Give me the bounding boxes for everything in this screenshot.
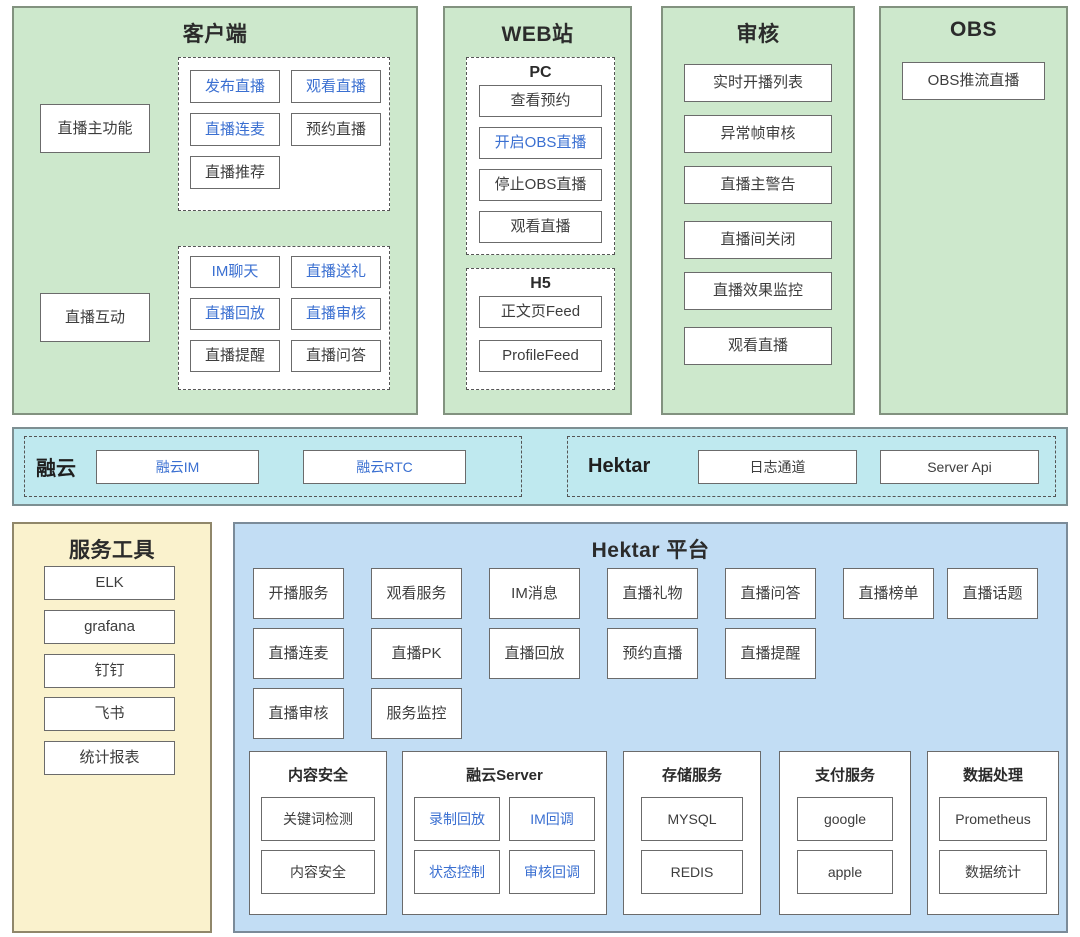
rongcloud-server-item-3[interactable]: 审核回调: [509, 850, 595, 894]
hektar-service-1-1[interactable]: 直播PK: [371, 628, 462, 679]
audit-item-3[interactable]: 直播间关闭: [684, 221, 832, 259]
rongcloud-group-label: 融云: [36, 458, 76, 480]
hektar-service-0-5[interactable]: 直播榜单: [843, 568, 934, 619]
hektar-subgroup-content-safety-title: 内容安全: [287, 767, 348, 784]
hektar-service-1-0[interactable]: 直播连麦: [253, 628, 344, 679]
tools-item-4[interactable]: 统计报表: [44, 741, 175, 775]
client-main-item-4[interactable]: 直播推荐: [190, 156, 280, 189]
web-pc-title: PC: [529, 64, 552, 81]
data-processing-item-0[interactable]: Prometheus: [939, 797, 1047, 841]
hektar-service-0-0[interactable]: 开播服务: [253, 568, 344, 619]
client-interaction-item-4[interactable]: 直播提醒: [190, 340, 280, 372]
hektar-band-item-1[interactable]: Server Api: [880, 450, 1039, 484]
obs-item-0[interactable]: OBS推流直播: [902, 62, 1045, 100]
panel-audit-title: 审核: [736, 23, 780, 46]
hektar-service-0-2[interactable]: IM消息: [489, 568, 580, 619]
panel-obs-title: OBS: [949, 18, 997, 41]
payment-item-1[interactable]: apple: [797, 850, 893, 894]
content-safety-item-1[interactable]: 内容安全: [261, 850, 375, 894]
web-pc-item-0[interactable]: 查看预约: [479, 85, 602, 117]
web-h5-title: H5: [530, 275, 551, 292]
architecture-diagram: 客户端 直播主功能 直播互动 发布直播 观看直播 直播连麦 预约直播 直播推荐 …: [0, 0, 1080, 937]
hektar-band-item-0[interactable]: 日志通道: [698, 450, 857, 484]
client-main-item-2[interactable]: 直播连麦: [190, 113, 280, 146]
client-interaction-item-5[interactable]: 直播问答: [291, 340, 381, 372]
web-pc-item-1[interactable]: 开启OBS直播: [479, 127, 602, 159]
tools-item-2[interactable]: 钉钉: [44, 654, 175, 688]
hektar-service-2-0[interactable]: 直播审核: [253, 688, 344, 739]
client-interaction-item-3[interactable]: 直播审核: [291, 298, 381, 330]
client-main-item-3[interactable]: 预约直播: [291, 113, 381, 146]
audit-item-4[interactable]: 直播效果监控: [684, 272, 832, 310]
hektar-service-0-4[interactable]: 直播问答: [725, 568, 816, 619]
client-category-interaction[interactable]: 直播互动: [40, 293, 150, 342]
rongcloud-item-0[interactable]: 融云IM: [96, 450, 259, 484]
payment-item-0[interactable]: google: [797, 797, 893, 841]
client-category-main[interactable]: 直播主功能: [40, 104, 150, 153]
panel-client-title: 客户端: [182, 23, 248, 46]
hektar-service-0-1[interactable]: 观看服务: [371, 568, 462, 619]
tools-item-3[interactable]: 飞书: [44, 697, 175, 731]
audit-item-1[interactable]: 异常帧审核: [684, 115, 832, 153]
hektar-service-2-1[interactable]: 服务监控: [371, 688, 462, 739]
hektar-service-1-3[interactable]: 预约直播: [607, 628, 698, 679]
hektar-subgroup-rongcloud-server-title: 融云Server: [466, 767, 543, 784]
web-h5-item-0[interactable]: 正文页Feed: [479, 296, 602, 328]
panel-hektar-platform-title: Hektar 平台: [591, 539, 710, 562]
hektar-service-0-3[interactable]: 直播礼物: [607, 568, 698, 619]
web-pc-item-3[interactable]: 观看直播: [479, 211, 602, 243]
client-main-item-1[interactable]: 观看直播: [291, 70, 381, 103]
audit-item-2[interactable]: 直播主警告: [684, 166, 832, 204]
tools-item-1[interactable]: grafana: [44, 610, 175, 644]
hektar-subgroup-storage-title: 存储服务: [661, 767, 722, 784]
content-safety-item-0[interactable]: 关键词检测: [261, 797, 375, 841]
panel-tools-title: 服务工具: [69, 539, 155, 562]
audit-item-5[interactable]: 观看直播: [684, 327, 832, 365]
client-interaction-item-1[interactable]: 直播送礼: [291, 256, 381, 288]
hektar-service-1-4[interactable]: 直播提醒: [725, 628, 816, 679]
hektar-subgroup-payment-title: 支付服务: [814, 767, 875, 784]
panel-web-title: WEB站: [501, 23, 574, 46]
rongcloud-server-item-2[interactable]: 状态控制: [414, 850, 500, 894]
rongcloud-server-item-1[interactable]: IM回调: [509, 797, 595, 841]
client-main-item-0[interactable]: 发布直播: [190, 70, 280, 103]
storage-item-0[interactable]: MYSQL: [641, 797, 743, 841]
client-interaction-item-0[interactable]: IM聊天: [190, 256, 280, 288]
hektar-subgroup-data-processing-title: 数据处理: [962, 767, 1023, 784]
data-processing-item-1[interactable]: 数据统计: [939, 850, 1047, 894]
audit-item-0[interactable]: 实时开播列表: [684, 64, 832, 102]
hektar-band-label: Hektar: [588, 455, 651, 477]
storage-item-1[interactable]: REDIS: [641, 850, 743, 894]
rongcloud-server-item-0[interactable]: 录制回放: [414, 797, 500, 841]
hektar-service-0-6[interactable]: 直播话题: [947, 568, 1038, 619]
hektar-service-1-2[interactable]: 直播回放: [489, 628, 580, 679]
rongcloud-item-1[interactable]: 融云RTC: [303, 450, 466, 484]
web-pc-item-2[interactable]: 停止OBS直播: [479, 169, 602, 201]
web-h5-item-1[interactable]: ProfileFeed: [479, 340, 602, 372]
client-interaction-item-2[interactable]: 直播回放: [190, 298, 280, 330]
tools-item-0[interactable]: ELK: [44, 566, 175, 600]
